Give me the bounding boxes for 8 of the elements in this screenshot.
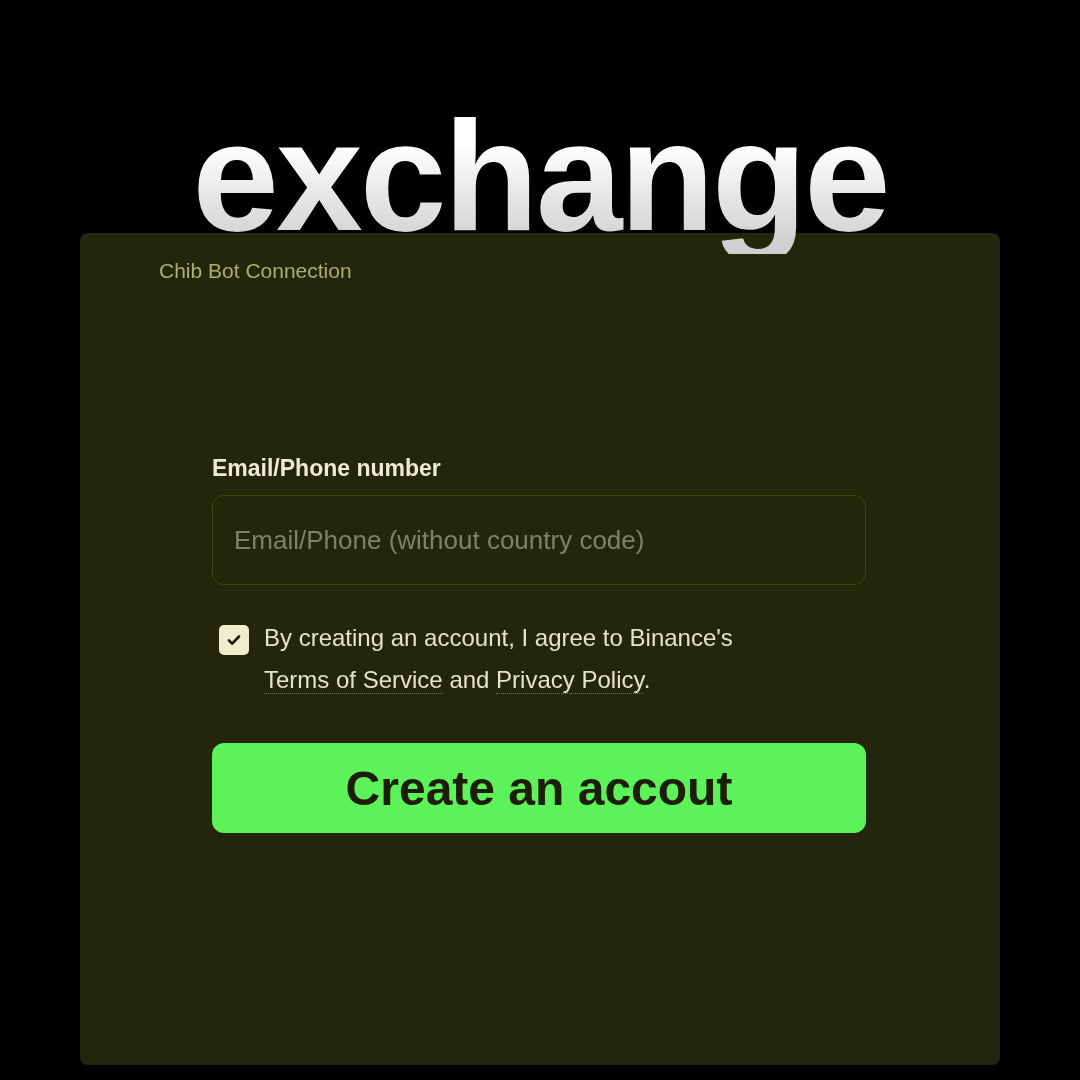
agreement-checkbox[interactable] <box>219 625 249 655</box>
field-label: Email/Phone number <box>212 455 442 482</box>
policy-link[interactable]: Privacy Policy <box>496 666 644 694</box>
create-account-button[interactable]: Create an accout <box>212 743 866 833</box>
card-title: Chib Bot Connection <box>159 259 353 283</box>
email-input-field[interactable]: Email/Phone (without country code) <box>212 495 866 585</box>
agreement-text: By creating an account, I agree to Binance's Terms of Service and Privacy Policy. <box>264 623 734 696</box>
policy-link[interactable]: Terms of Service <box>264 666 443 694</box>
